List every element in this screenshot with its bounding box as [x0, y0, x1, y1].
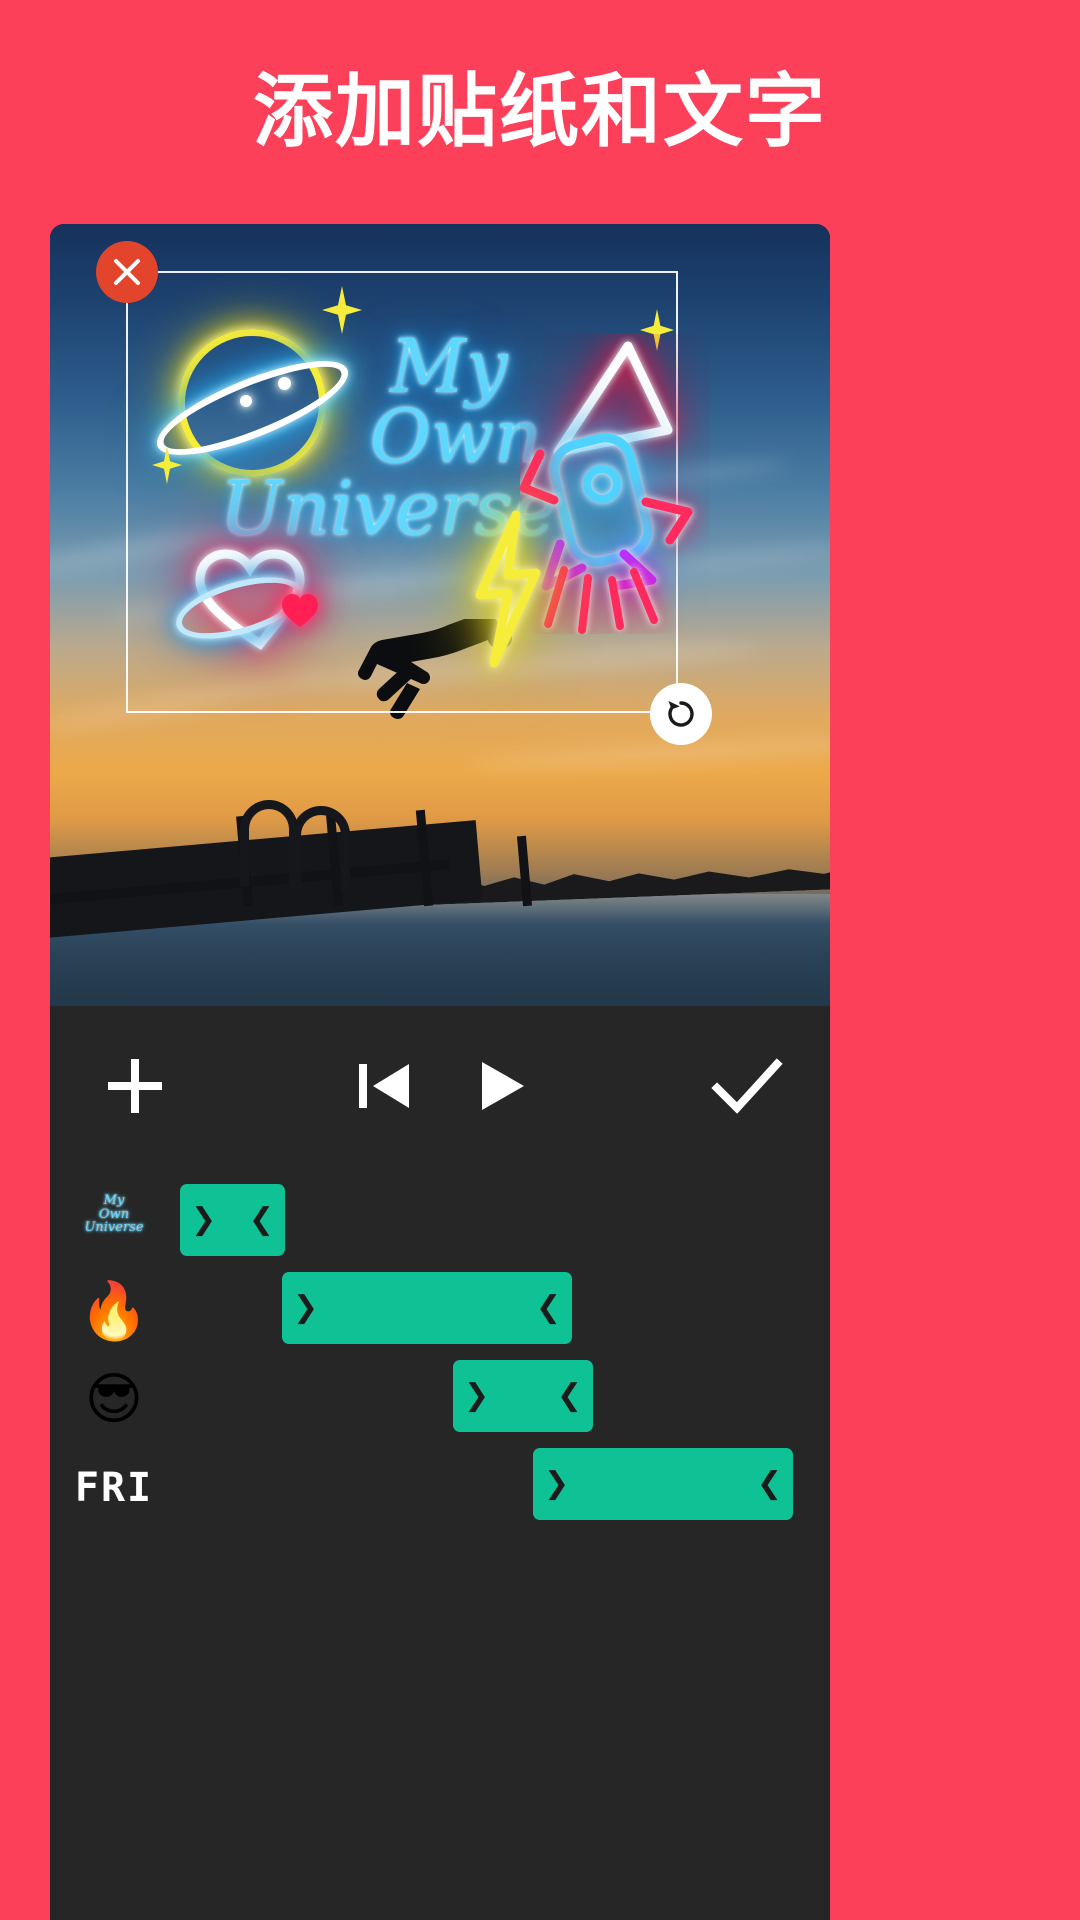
clip-handle-right[interactable]: ❮ [536, 1293, 561, 1323]
clip-handle-right[interactable]: ❮ [757, 1469, 782, 1499]
clip-handle-right[interactable]: ❮ [249, 1205, 274, 1235]
timeline-track: FRI ❯ ❮ [50, 1444, 830, 1532]
skip-to-start-button[interactable] [340, 1041, 430, 1131]
clip-handle-left[interactable]: ❯ [293, 1293, 318, 1323]
track-thumbnail-neon-universe[interactable]: My Own Universe [76, 1186, 152, 1262]
clip-handle-right[interactable]: ❮ [557, 1381, 582, 1411]
timeline-clip[interactable]: ❯ ❮ [533, 1448, 793, 1520]
track-thumbnail-fri[interactable]: FRI [76, 1450, 152, 1526]
clip-handle-left[interactable]: ❯ [464, 1381, 489, 1411]
rotate-icon[interactable] [650, 683, 712, 745]
timeline-track: My Own Universe ❯ ❮ [50, 1180, 830, 1268]
timeline-clip[interactable]: ❯ ❮ [282, 1272, 572, 1344]
clip-handle-left[interactable]: ❯ [544, 1469, 569, 1499]
clip-handle-left[interactable]: ❯ [191, 1205, 216, 1235]
sticker-timeline: My Own Universe ❯ ❮ 🔥 ❯ ❮ [50, 1166, 830, 1532]
editor-toolbar [50, 1006, 830, 1166]
skip-previous-icon [353, 1054, 417, 1118]
check-icon [707, 1046, 787, 1126]
fri-text-label: FRI [75, 1465, 153, 1511]
thumb-line-3: Universe [84, 1220, 143, 1235]
timeline-clip[interactable]: ❯ ❮ [180, 1184, 285, 1256]
confirm-button[interactable] [692, 1031, 802, 1141]
plus-icon [100, 1051, 170, 1121]
fire-emoji-icon: 🔥 [79, 1284, 149, 1340]
timeline-track: 🔥 ❯ ❮ [50, 1268, 830, 1356]
sticker-selection-box[interactable] [126, 271, 678, 713]
video-preview[interactable]: My Own Universe [50, 224, 830, 1006]
dock-ladder [240, 806, 350, 886]
track-thumbnail-fire[interactable]: 🔥 [76, 1274, 152, 1350]
add-sticker-button[interactable] [80, 1031, 190, 1141]
close-icon[interactable] [96, 241, 158, 303]
play-icon [468, 1054, 532, 1118]
timeline-track: 😎 ❯ ❮ [50, 1356, 830, 1444]
cool-face-emoji-icon: 😎 [85, 1372, 143, 1428]
page-header: 添加贴纸和文字 [0, 0, 1080, 224]
app-window: My Own Universe [50, 224, 830, 1920]
play-button[interactable] [455, 1041, 545, 1131]
page-title: 添加贴纸和文字 [253, 72, 827, 152]
timeline-clip[interactable]: ❯ ❮ [453, 1360, 593, 1432]
track-thumbnail-cool-face[interactable]: 😎 [76, 1362, 152, 1438]
